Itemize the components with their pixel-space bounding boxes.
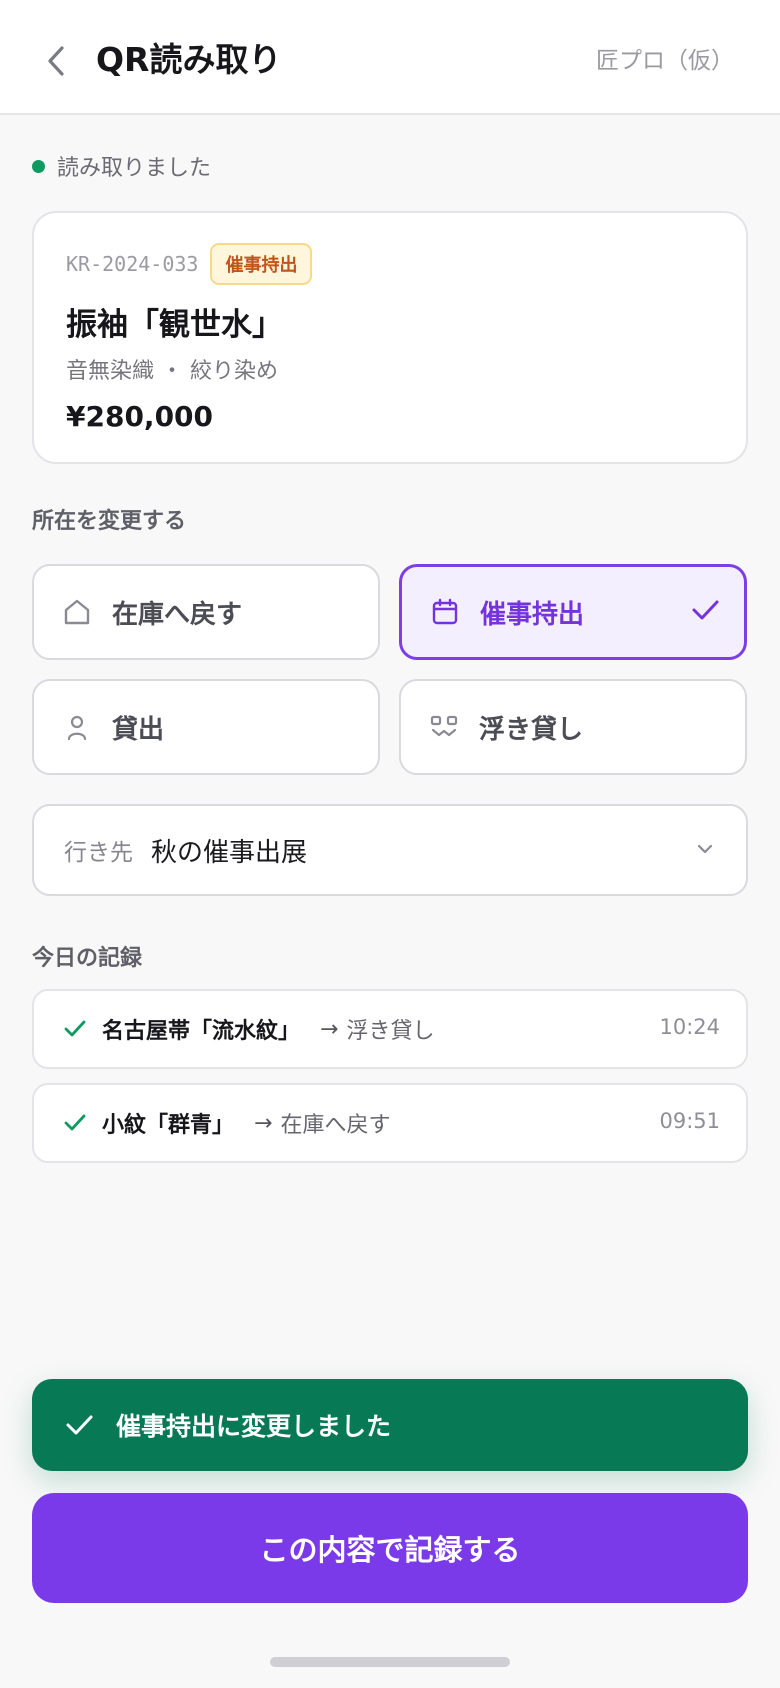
check-icon xyxy=(62,1016,88,1042)
record-item: 小紋「群青」 xyxy=(102,1113,235,1138)
chevron-left-icon xyxy=(48,46,64,76)
submit-record-button[interactable]: この内容で記録する xyxy=(32,1493,748,1603)
handover-icon xyxy=(427,710,461,744)
record-destination: 浮き貸し xyxy=(346,1019,435,1044)
page-title: QR読み取り xyxy=(96,40,282,79)
option-return-to-stock[interactable]: 在庫へ戻す xyxy=(32,564,380,660)
check-icon xyxy=(62,1110,88,1136)
record-item: 名古屋帯「流水紋」 xyxy=(102,1019,301,1044)
option-rental[interactable]: 貸出 xyxy=(32,679,380,775)
option-label: 催事持出 xyxy=(480,599,585,630)
location-section-label: 所在を変更する xyxy=(32,509,187,534)
chevron-down-icon xyxy=(694,838,716,864)
item-name: 振袖「観世水」 xyxy=(66,307,283,343)
app-name: 匠プロ（仮） xyxy=(596,48,734,74)
toast-message: 催事持出に変更しました xyxy=(116,1412,392,1441)
arrow-right-icon: → xyxy=(254,1110,273,1136)
back-button[interactable] xyxy=(36,38,76,84)
item-price: ¥280,000 xyxy=(66,400,214,433)
option-event-checkout[interactable]: 催事持出 xyxy=(399,564,747,660)
record-destination: 在庫へ戻す xyxy=(280,1113,391,1138)
record-row[interactable]: 名古屋帯「流水紋」 → 浮き貸し 10:24 xyxy=(32,989,748,1069)
option-label: 在庫へ戻す xyxy=(112,599,243,630)
record-row[interactable]: 小紋「群青」 → 在庫へ戻す 09:51 xyxy=(32,1083,748,1163)
home-icon xyxy=(60,595,94,629)
calendar-icon xyxy=(428,595,462,629)
person-icon xyxy=(60,710,94,744)
scanned-item-card: KR-2024-033 催事持出 振袖「観世水」 音無染織 ・ 絞り染め ¥28… xyxy=(32,211,748,464)
destination-select[interactable]: 行き先 秋の催事出展 xyxy=(32,804,748,896)
home-indicator[interactable] xyxy=(270,1657,510,1667)
record-time: 09:51 xyxy=(659,1109,720,1133)
option-label: 貸出 xyxy=(112,714,165,745)
option-floating-loan[interactable]: 浮き貸し xyxy=(399,679,747,775)
item-code: KR-2024-033 xyxy=(66,252,199,276)
destination-label: 行き先 xyxy=(64,840,133,866)
option-label: 浮き貸し xyxy=(479,714,584,745)
item-meta: 音無染織 ・ 絞り染め xyxy=(66,359,278,384)
destination-value: 秋の催事出展 xyxy=(151,837,308,868)
status-dot-icon xyxy=(32,159,45,173)
scan-status-text: 読み取りました xyxy=(57,156,212,181)
check-icon xyxy=(690,595,720,629)
status-badge: 催事持出 xyxy=(210,243,313,285)
record-time: 10:24 xyxy=(659,1015,720,1039)
scan-status: 読み取りました xyxy=(32,150,211,182)
today-section-label: 今日の記録 xyxy=(32,946,143,971)
arrow-right-icon: → xyxy=(320,1016,339,1042)
top-app-bar: QR読み取り 匠プロ（仮） xyxy=(0,0,780,115)
check-icon xyxy=(64,1410,94,1440)
item-code-row: KR-2024-033 催事持出 xyxy=(66,243,313,285)
success-toast: 催事持出に変更しました xyxy=(32,1379,748,1471)
